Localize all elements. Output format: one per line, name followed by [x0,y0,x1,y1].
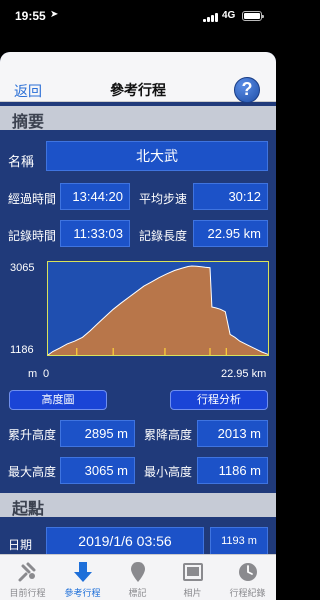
status-time: 19:55 [15,9,46,23]
location-arrow-icon: ➤ [50,9,59,20]
chart-y-min-label: 1186 [10,344,34,356]
avg-pace-value: 30:12 [193,183,268,210]
tab-label: 行程紀錄 [229,588,266,598]
track-analysis-button[interactable]: 行程分析 [170,390,268,410]
total-ascent-value: 2895 m [60,420,135,447]
max-elevation-value: 3065 m [60,457,135,484]
elapsed-time-label: 經過時間 [8,192,57,206]
help-icon[interactable]: ? [234,77,260,103]
record-length-value: 22.95 km [193,220,268,247]
tab-markers[interactable]: 標記 [110,555,165,600]
record-length-label: 記錄長度 [139,229,188,243]
total-ascent-label: 累升高度 [8,428,57,442]
min-elevation-label: 最小高度 [144,465,193,479]
tab-label: 目前行程 [9,588,46,598]
track-name-value: 北大武 [46,141,268,171]
clock-icon [239,563,257,581]
elevation-profile-button[interactable]: 高度圖 [9,390,107,410]
start-date-value: 2019/1/6 03:56 [46,527,204,555]
name-label: 名稱 [8,154,35,169]
summary-section-header: 摘要 [0,106,276,131]
tab-photos[interactable]: 相片 [165,555,220,600]
elapsed-time-value: 13:44:20 [60,183,130,210]
record-time-value: 11:33:03 [60,220,130,247]
chart-x-unit-label: m [28,368,38,380]
photo-frame-icon [183,563,203,581]
min-elevation-value: 1186 m [197,457,268,484]
tab-label: 標記 [128,588,147,598]
start-date-label: 日期 [8,538,33,552]
start-section-header: 起點 [0,493,276,518]
satellite-icon [18,562,36,582]
down-arrow-icon [74,562,92,582]
start-header-label: 起點 [12,501,45,518]
battery-icon [242,11,264,21]
map-pin-icon [131,562,145,582]
tab-current-track[interactable]: 目前行程 [0,555,55,600]
avg-pace-label: 平均步速 [139,192,188,206]
signal-bars-icon [203,12,219,22]
chart-y-max-label: 3065 [10,262,35,274]
network-type: 4G [222,10,236,21]
navigation-bar: 返回 參考行程 ? [0,52,276,103]
tab-label: 參考行程 [64,588,101,598]
elevation-chart [47,261,269,356]
record-time-label: 記錄時間 [8,229,57,243]
total-descent-label: 累降高度 [144,428,193,442]
tab-bar: 目前行程 參考行程 標記 相片 行程紀錄 [0,554,276,600]
max-elevation-label: 最大高度 [8,465,57,479]
chart-x-end-label: 22.95 km [221,368,267,380]
app-screen: 返回 參考行程 ? 摘要 名稱 北大武 經過時間 13:44:20 平均步速 3… [0,52,276,600]
start-altitude-value: 1193 m [210,527,268,555]
summary-header-label: 摘要 [12,114,45,131]
chart-x-start-label: 0 [43,368,50,380]
tab-reference-track[interactable]: 參考行程 [55,555,110,600]
status-bar: 19:55 ➤ 4G [0,0,276,32]
total-descent-value: 2013 m [197,420,268,447]
tab-track-history[interactable]: 行程紀錄 [220,555,275,600]
tab-label: 相片 [183,588,202,598]
